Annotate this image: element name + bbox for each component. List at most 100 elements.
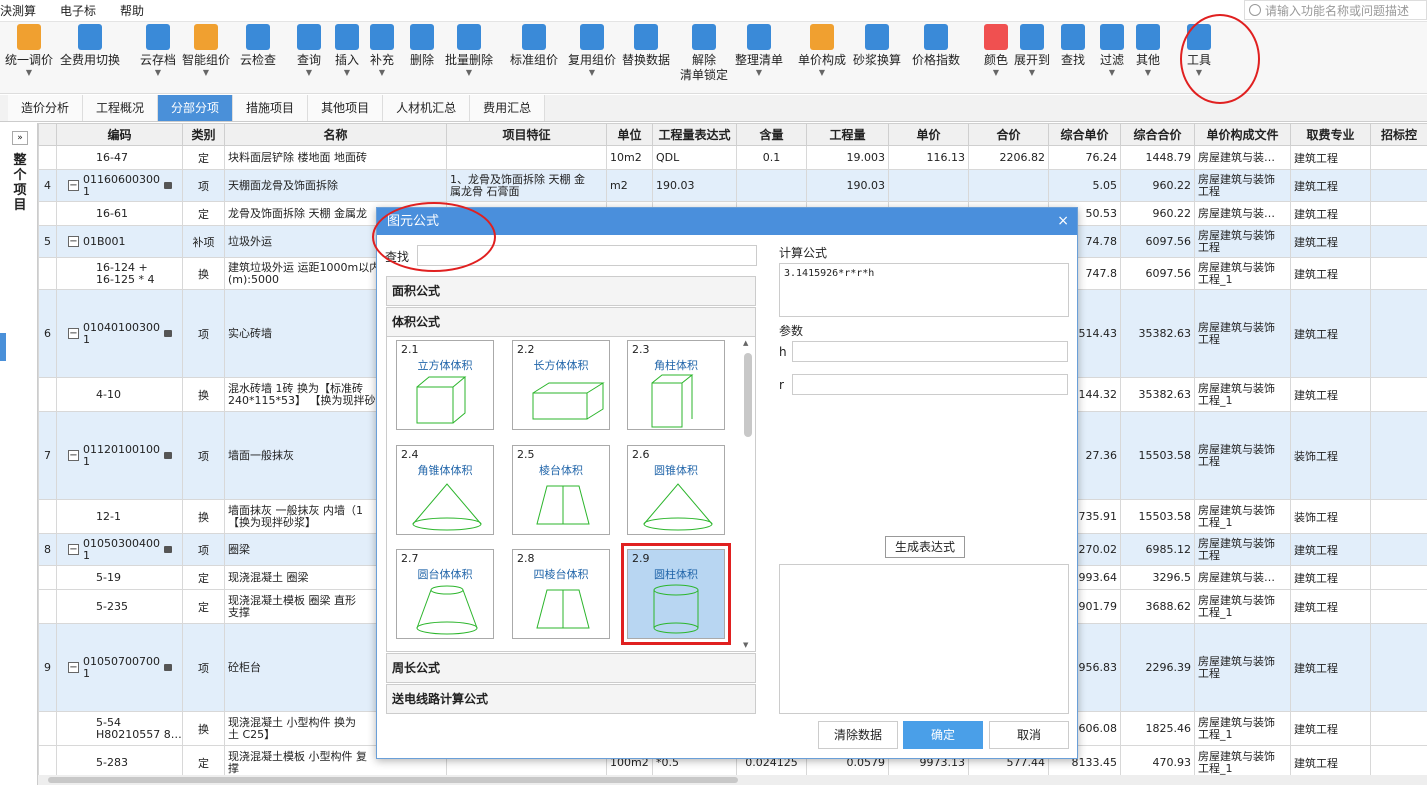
toolbar-button-3[interactable]: 智能组价 ▼ xyxy=(182,24,230,78)
scrollbar-thumb[interactable] xyxy=(744,353,752,437)
section-powerline-formula[interactable]: 送电线路计算公式 xyxy=(386,684,756,714)
total-cell[interactable]: 2206.82 xyxy=(968,145,1049,170)
code-cell[interactable]: −01040100300 1 xyxy=(56,289,183,378)
major-cell[interactable]: 建筑工程 xyxy=(1290,711,1371,746)
bid-control-cell[interactable] xyxy=(1370,201,1427,226)
sum-cell[interactable]: 15503.58 xyxy=(1120,499,1195,534)
toolbar-button-4[interactable]: 云检查 xyxy=(240,24,276,68)
total-cell[interactable] xyxy=(968,169,1049,202)
collapse-icon[interactable]: − xyxy=(68,662,79,673)
formula-card-2-9[interactable]: 2.9 圆柱体积 xyxy=(621,543,731,645)
tab-3[interactable]: 措施项目 xyxy=(233,95,309,121)
clear-data-button[interactable]: 清除数据 xyxy=(818,721,898,749)
code-cell[interactable]: 16-124 +16-125 * 4 xyxy=(56,257,183,290)
bid-control-cell[interactable] xyxy=(1370,565,1427,590)
toolbar-button-13[interactable]: 解除 清单锁定 xyxy=(680,24,728,83)
expand-panel-button[interactable]: » xyxy=(12,131,28,145)
major-cell[interactable]: 建筑工程 xyxy=(1290,169,1371,202)
sum-cell[interactable]: 35382.63 xyxy=(1120,377,1195,412)
toolbar-button-18[interactable]: 颜色 ▼ xyxy=(984,24,1008,78)
sum-cell[interactable]: 6097.56 xyxy=(1120,225,1195,258)
toolbar-button-15[interactable]: 单价构成 ▼ xyxy=(798,24,846,78)
formula-textarea[interactable]: 3.1415926*r*r*h xyxy=(779,263,1069,317)
major-cell[interactable]: 建筑工程 xyxy=(1290,623,1371,712)
type-cell[interactable]: 定 xyxy=(182,745,225,775)
type-cell[interactable]: 项 xyxy=(182,411,225,500)
feature-cell[interactable] xyxy=(446,145,607,170)
type-cell[interactable]: 定 xyxy=(182,589,225,624)
column-header[interactable]: 工程量表达式 xyxy=(652,123,737,146)
column-header[interactable]: 单价 xyxy=(888,123,969,146)
formula-card-2-4[interactable]: 2.4 角锥体体积 xyxy=(396,445,494,535)
toolbar-button-8[interactable]: 删除 xyxy=(410,24,434,68)
major-cell[interactable]: 建筑工程 xyxy=(1290,565,1371,590)
formula-card-2-2[interactable]: 2.2 长方体体积 xyxy=(512,340,610,430)
price-file-cell[interactable]: 房屋建筑与装饰 工程_1 xyxy=(1194,745,1291,775)
price-file-cell[interactable]: 房屋建筑与装饰 工程 xyxy=(1194,533,1291,566)
formula-card-2-5[interactable]: 2.5 棱台体积 xyxy=(512,445,610,535)
name-cell[interactable]: 块料面层铲除 楼地面 地面砖 xyxy=(224,145,447,170)
table-row[interactable]: 4 −01160600300 1 项 天棚面龙骨及饰面拆除 1、龙骨及饰面拆除 天棚 金属… xyxy=(38,169,1427,202)
toolbar-button-21[interactable]: 过滤 ▼ xyxy=(1100,24,1124,78)
toolbar-button-5[interactable]: 查询 ▼ xyxy=(297,24,321,78)
unit_price-cell[interactable]: 5.05 xyxy=(1048,169,1121,202)
code-cell[interactable]: −01050300400 1 xyxy=(56,533,183,566)
type-cell[interactable]: 项 xyxy=(182,623,225,712)
price-file-cell[interactable]: 房屋建筑与装饰 工程_1 xyxy=(1194,711,1291,746)
code-cell[interactable]: 5-54 H80210557 8… xyxy=(56,711,183,746)
sum-cell[interactable]: 3296.5 xyxy=(1120,565,1195,590)
type-cell[interactable]: 定 xyxy=(182,145,225,170)
code-cell[interactable]: 5-19 xyxy=(56,565,183,590)
code-cell[interactable]: −01160600300 1 xyxy=(56,169,183,202)
menu-item-help[interactable]: 帮助 xyxy=(108,0,156,22)
feature-cell[interactable]: 1、龙骨及饰面拆除 天棚 金属龙骨 石膏面 xyxy=(446,169,607,202)
code-cell[interactable]: −01120100100 1 xyxy=(56,411,183,500)
toolbar-button-0[interactable]: 统一调价 ▼ xyxy=(5,24,53,78)
toolbar-button-12[interactable]: 替换数据 xyxy=(622,24,670,68)
bid-control-cell[interactable] xyxy=(1370,623,1427,712)
bid-control-cell[interactable] xyxy=(1370,711,1427,746)
sum-cell[interactable]: 15503.58 xyxy=(1120,411,1195,500)
qty_ratio-cell[interactable]: 0.1 xyxy=(736,145,807,170)
cancel-button[interactable]: 取消 xyxy=(989,721,1069,749)
code-cell[interactable]: 5-283 xyxy=(56,745,183,775)
collapse-icon[interactable]: − xyxy=(68,180,79,191)
code-cell[interactable]: 5-235 xyxy=(56,589,183,624)
major-cell[interactable]: 建筑工程 xyxy=(1290,257,1371,290)
column-header[interactable]: 编码 xyxy=(56,123,183,146)
qty-cell[interactable]: 19.003 xyxy=(806,145,889,170)
formula-card-2-8[interactable]: 2.8 四棱台体积 xyxy=(512,549,610,639)
toolbar-button-7[interactable]: 补充 ▼ xyxy=(370,24,394,78)
collapse-icon[interactable]: − xyxy=(68,236,79,247)
toolbar-button-20[interactable]: 查找 xyxy=(1061,24,1085,68)
sum-cell[interactable]: 2296.39 xyxy=(1120,623,1195,712)
code-cell[interactable]: −01B001 xyxy=(56,225,183,258)
column-header[interactable]: 招标控 xyxy=(1370,123,1427,146)
type-cell[interactable]: 换 xyxy=(182,257,225,290)
tab-1[interactable]: 工程概况 xyxy=(83,95,159,121)
sum-cell[interactable]: 6985.12 xyxy=(1120,533,1195,566)
major-cell[interactable]: 装饰工程 xyxy=(1290,499,1371,534)
price-file-cell[interactable]: 房屋建筑与装饰 工程_1 xyxy=(1194,499,1291,534)
major-cell[interactable]: 建筑工程 xyxy=(1290,377,1371,412)
toolbar-button-19[interactable]: 展开到 ▼ xyxy=(1014,24,1050,78)
unit-cell[interactable]: m2 xyxy=(606,169,653,202)
tab-0[interactable]: 造价分析 xyxy=(8,95,84,121)
expr-cell[interactable]: 190.03 xyxy=(652,169,737,202)
sum-cell[interactable]: 3688.62 xyxy=(1120,589,1195,624)
horizontal-scrollbar[interactable] xyxy=(38,775,1427,785)
price-file-cell[interactable]: 房屋建筑与装饰 工程_1 xyxy=(1194,377,1291,412)
column-header[interactable]: 综合单价 xyxy=(1048,123,1121,146)
price-file-cell[interactable]: 房屋建筑与装饰 工程 xyxy=(1194,411,1291,500)
sum-cell[interactable]: 960.22 xyxy=(1120,201,1195,226)
generate-expression-button[interactable]: 生成表达式 xyxy=(885,536,965,558)
type-cell[interactable]: 换 xyxy=(182,499,225,534)
major-cell[interactable]: 装饰工程 xyxy=(1290,411,1371,500)
whole-project-label[interactable]: 整个项目 xyxy=(12,153,28,213)
major-cell[interactable]: 建筑工程 xyxy=(1290,145,1371,170)
scroll-up-icon[interactable]: ▲ xyxy=(743,339,748,347)
close-icon[interactable]: × xyxy=(1057,208,1069,235)
find-input[interactable] xyxy=(417,245,757,266)
formula-card-2-1[interactable]: 2.1 立方体体积 xyxy=(396,340,494,430)
sum-cell[interactable]: 470.93 xyxy=(1120,745,1195,775)
